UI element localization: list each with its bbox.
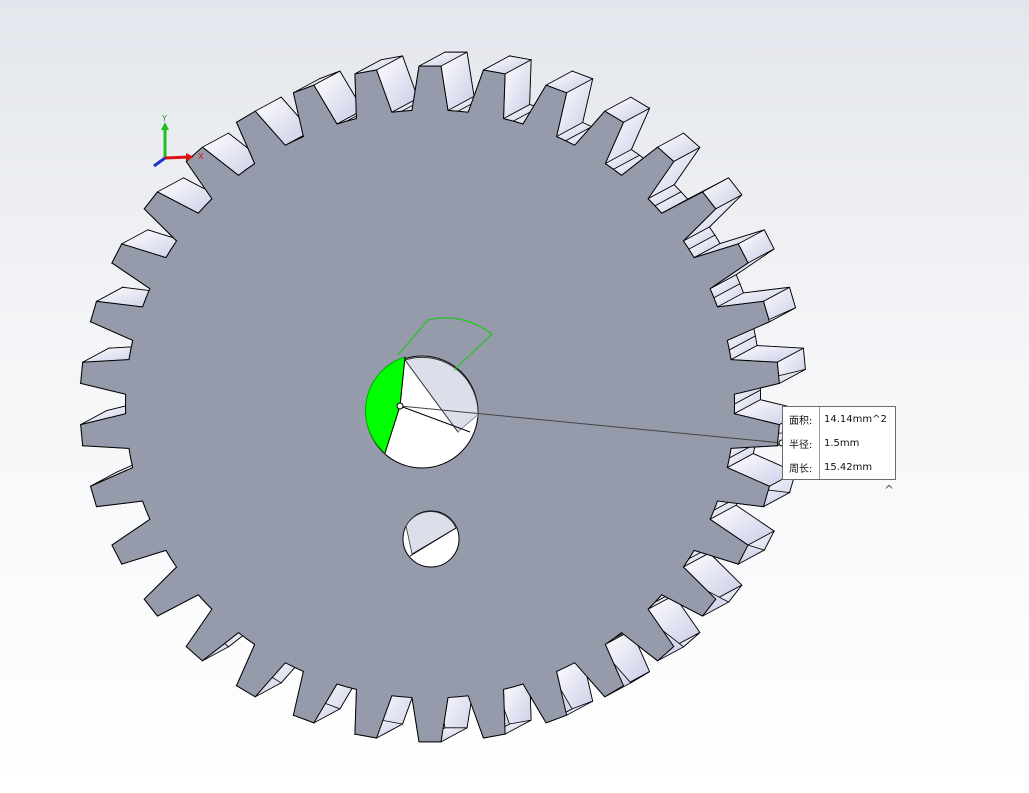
radius-value: 1.5mm [824, 437, 860, 449]
chevron-up-icon[interactable]: ^ [882, 484, 896, 496]
perimeter-row: 周长: 15.42mm [783, 455, 895, 479]
measure-anchor-point [396, 402, 404, 410]
perimeter-label: 周长: [783, 455, 820, 479]
triad-x-label: X [198, 152, 204, 161]
area-row: 面积: 14.14mm^2 [783, 407, 895, 431]
perimeter-value: 15.42mm [824, 461, 873, 473]
radius-label: 半径: [783, 431, 820, 455]
area-value: 14.14mm^2 [824, 413, 887, 425]
area-label: 面积: [783, 407, 820, 431]
secondary-hole[interactable] [402, 510, 460, 568]
measurement-callout[interactable]: 面积: 14.14mm^2 半径: 1.5mm 周长: 15.42mm [782, 406, 896, 480]
radius-row: 半径: 1.5mm [783, 431, 895, 455]
graphics-viewport[interactable]: Y X [0, 0, 1029, 793]
triad-y-label: Y [161, 114, 167, 123]
